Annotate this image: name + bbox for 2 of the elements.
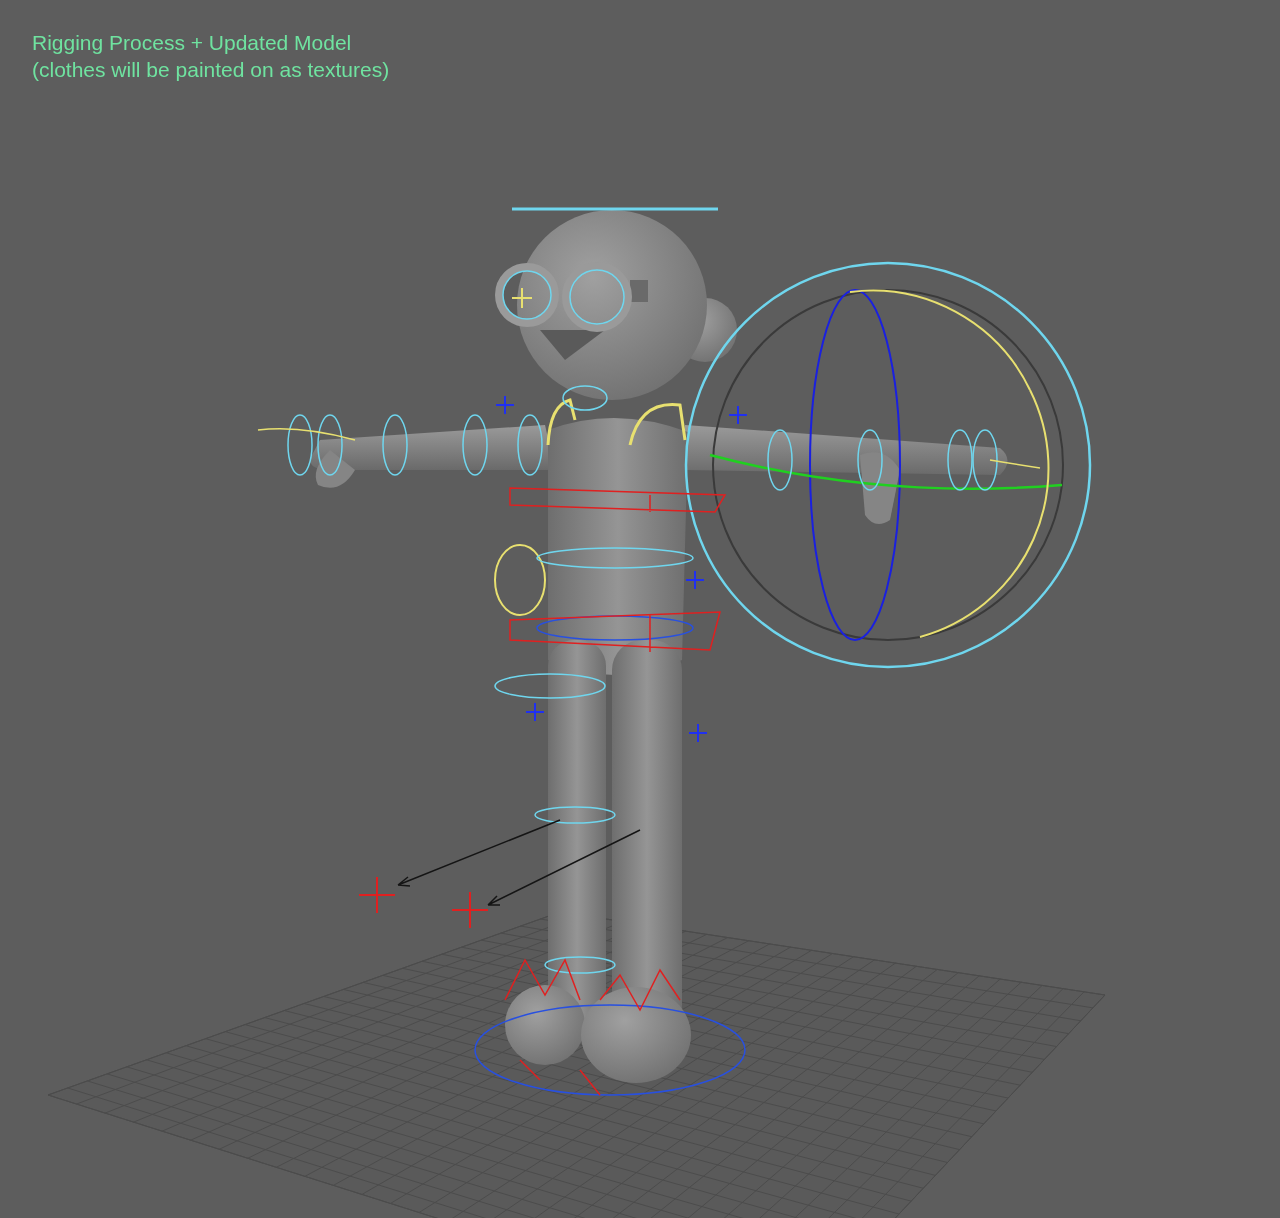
caption-text: (clothes will be painted on as textures) bbox=[32, 57, 390, 82]
caption-text: Rigging Process + Updated Model bbox=[32, 30, 352, 55]
